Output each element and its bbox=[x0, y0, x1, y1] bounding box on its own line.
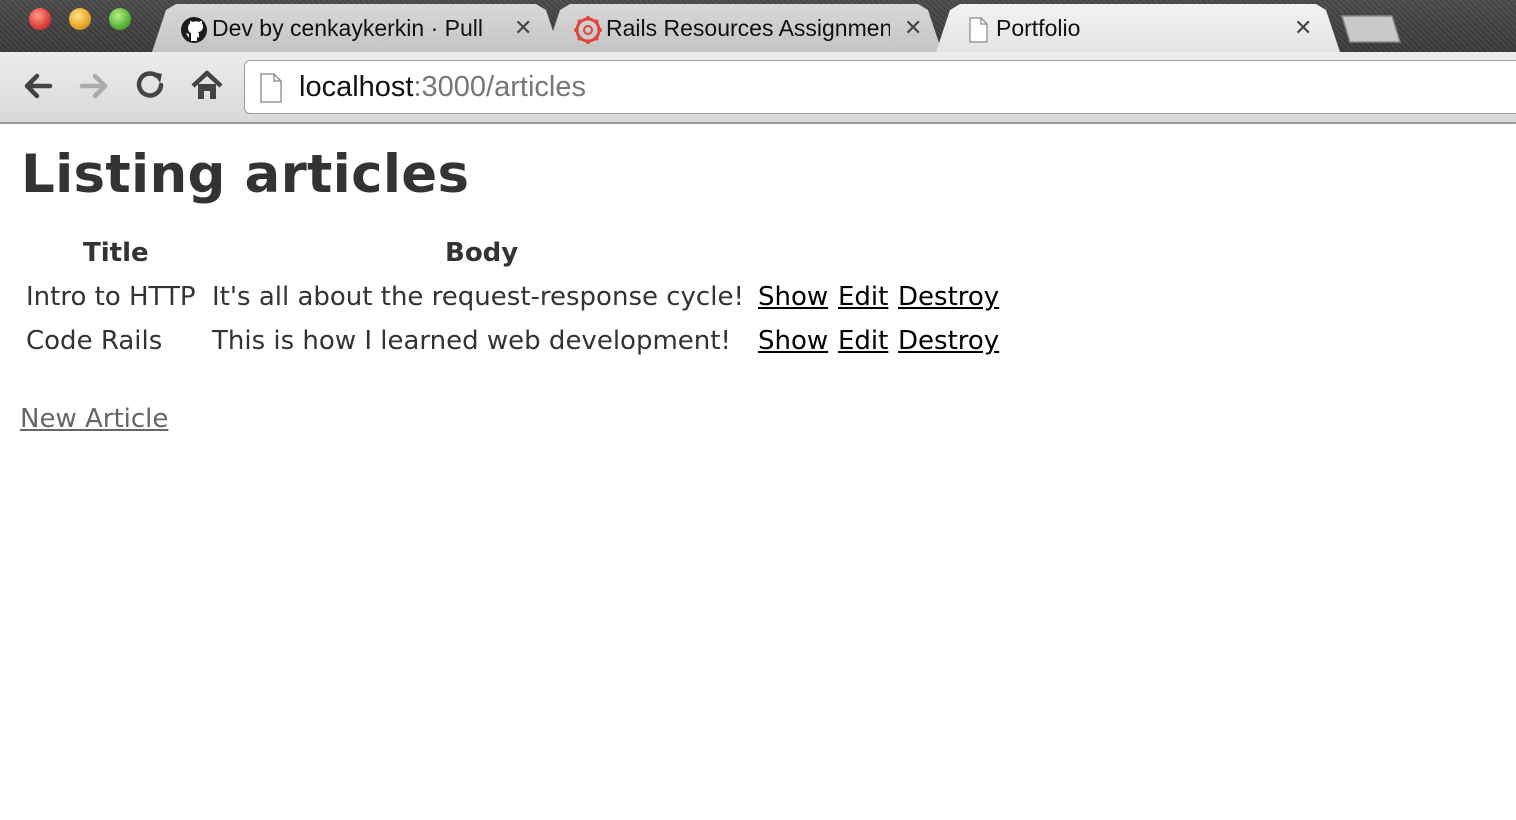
canvas-icon bbox=[574, 16, 602, 44]
close-tab-icon[interactable]: ✕ bbox=[1294, 18, 1312, 40]
forward-icon[interactable] bbox=[76, 68, 112, 104]
new-tab-button[interactable] bbox=[1340, 14, 1402, 44]
zoom-window-button[interactable] bbox=[109, 8, 131, 30]
browser-toolbar: localhost:3000/articles bbox=[0, 52, 1516, 124]
address-bar[interactable]: localhost:3000/articles bbox=[244, 60, 1516, 114]
url-host: localhost bbox=[299, 71, 414, 103]
show-link[interactable]: Show bbox=[758, 282, 828, 312]
tab-portfolio[interactable]: Portfolio ✕ bbox=[936, 4, 1340, 52]
home-icon[interactable] bbox=[189, 68, 225, 104]
tab-rails-resources[interactable]: Rails Resources Assignment ✕ bbox=[546, 4, 942, 52]
reload-icon[interactable] bbox=[133, 68, 169, 104]
tab-strip: Dev by cenkaykerkin · Pull ✕ Rails Resou… bbox=[0, 0, 1516, 52]
tab-title: Portfolio bbox=[996, 15, 1081, 41]
url-path: :3000/articles bbox=[413, 71, 586, 103]
address-url: localhost:3000/articles bbox=[299, 71, 586, 104]
back-icon[interactable] bbox=[20, 68, 56, 104]
minimize-window-button[interactable] bbox=[69, 8, 91, 30]
close-tab-icon[interactable]: ✕ bbox=[514, 18, 532, 40]
close-window-button[interactable] bbox=[29, 8, 51, 30]
edit-link[interactable]: Edit bbox=[838, 326, 888, 356]
new-article-link[interactable]: New Article bbox=[20, 404, 168, 434]
article-body: It's all about the request-response cycl… bbox=[212, 282, 744, 312]
destroy-link[interactable]: Destroy bbox=[898, 282, 999, 312]
column-header-body: Body bbox=[445, 238, 519, 268]
page-title: Listing articles bbox=[21, 144, 470, 205]
destroy-link[interactable]: Destroy bbox=[898, 326, 999, 356]
tab-title: Rails Resources Assignment bbox=[606, 15, 890, 41]
github-icon bbox=[181, 17, 207, 43]
close-tab-icon[interactable]: ✕ bbox=[904, 18, 922, 40]
show-link[interactable]: Show bbox=[758, 326, 828, 356]
article-body: This is how I learned web development! bbox=[212, 326, 731, 356]
page-icon bbox=[260, 73, 282, 103]
column-header-title: Title bbox=[83, 238, 149, 268]
article-title: Code Rails bbox=[26, 326, 163, 356]
tab-title: Dev by cenkaykerkin · Pull bbox=[212, 15, 483, 41]
article-title: Intro to HTTP bbox=[26, 282, 196, 312]
page-icon bbox=[969, 17, 988, 43]
page-content: Listing articles Title Body Intro to HTT… bbox=[0, 124, 1516, 820]
tab-github[interactable]: Dev by cenkaykerkin · Pull ✕ bbox=[152, 4, 560, 52]
edit-link[interactable]: Edit bbox=[838, 282, 888, 312]
